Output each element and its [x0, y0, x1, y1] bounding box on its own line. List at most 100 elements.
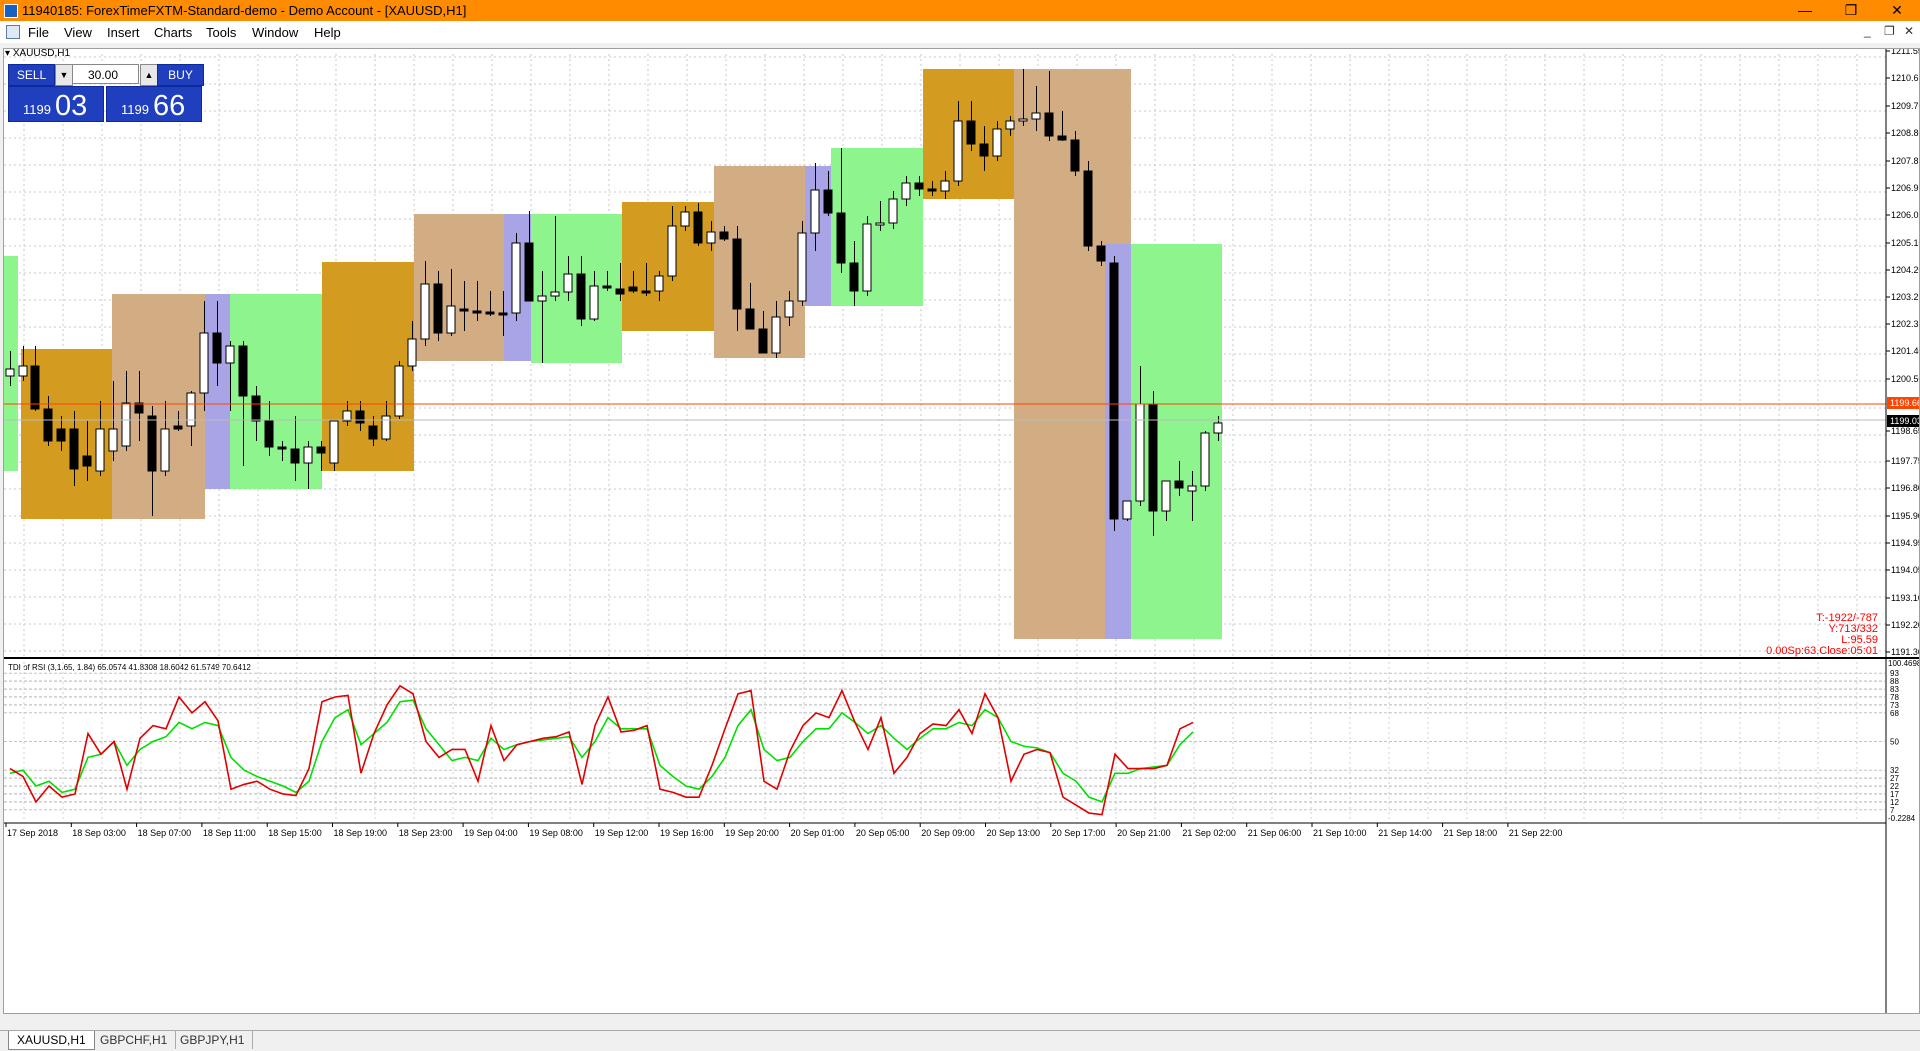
candle-6 [82, 455, 92, 467]
close-icon[interactable]: ✕ [1874, 0, 1920, 21]
candle-55 [719, 231, 729, 240]
price-axis-label: 1202.35 [1891, 319, 1919, 329]
menu-charts[interactable]: Charts [154, 25, 192, 40]
menu-insert[interactable]: Insert [107, 25, 140, 40]
menu-window[interactable]: Window [252, 25, 298, 40]
candle-93 [1213, 422, 1223, 434]
tdi-signal-line [9, 699, 1194, 803]
price-axis-label: 1206.95 [1891, 183, 1919, 193]
candle-20 [264, 420, 274, 448]
ask-price-big: 66 [153, 90, 186, 122]
time-axis-label: 19 Sep 16:00 [660, 828, 714, 838]
candle-28 [368, 425, 378, 440]
menu-tools[interactable]: Tools [206, 25, 236, 40]
sell-button[interactable]: SELL [8, 64, 55, 86]
restore-icon[interactable]: ❐ [1828, 0, 1874, 21]
candle-80 [1044, 112, 1054, 137]
lot-size-input[interactable]: 30.00 [72, 64, 139, 84]
candle-34 [446, 305, 456, 334]
candle-18 [238, 345, 248, 397]
time-axis-label: 20 Sep 09:00 [921, 828, 975, 838]
indicator-label: TDI of RSI (3,1.65, 1.84) 65.0574 41.830… [8, 663, 251, 672]
menu-file[interactable]: File [28, 25, 49, 40]
candle-31 [407, 338, 417, 367]
price-axis-label: 1200.50 [1891, 374, 1919, 384]
ask-price-display[interactable]: 1199 66 [106, 86, 202, 122]
candle-47 [615, 288, 625, 295]
lot-increase-icon[interactable]: ▲ [140, 64, 158, 86]
time-axis-label: 18 Sep 11:00 [203, 828, 256, 838]
candle-79 [1031, 112, 1041, 120]
candle-61 [797, 232, 807, 302]
tab-xauusd[interactable]: XAUUSD,H1 [8, 1031, 95, 1050]
price-axis-label: 1196.80 [1891, 483, 1919, 493]
time-axis-label: 18 Sep 15:00 [268, 828, 322, 838]
price-axis-label: 1195.90 [1891, 511, 1919, 521]
menu-view[interactable]: View [64, 25, 92, 40]
candle-5 [69, 428, 79, 470]
candle-9 [121, 402, 131, 447]
buy-button[interactable]: BUY [157, 64, 204, 86]
indicator-level-label: 68 [1890, 709, 1899, 718]
candle-48 [628, 286, 638, 292]
price-axis-label: 1194.95 [1891, 538, 1919, 548]
candle-67 [875, 222, 885, 226]
chart-window[interactable]: 1211.55 1210.65 1209.70 1208.80 1207.85 1206.… [3, 48, 1920, 1014]
price-axis-label: 1205.10 [1891, 238, 1919, 248]
window-title: 11940185: ForexTimeFXTM-Standard-demo - … [22, 3, 467, 18]
mdi-restore-icon[interactable]: ❐ [1884, 24, 1895, 38]
tab-gbpchf[interactable]: GBPCHF,H1 [92, 1031, 177, 1049]
candle-11 [147, 415, 157, 472]
candle-41 [537, 295, 547, 302]
candle-39 [511, 242, 521, 314]
candle-43 [563, 273, 573, 293]
candle-15 [199, 332, 209, 394]
price-chart[interactable]: 1211.55 1210.65 1209.70 1208.80 1207.85 1206.… [4, 49, 1919, 1013]
candle-19 [251, 395, 261, 422]
time-axis-label: 21 Sep 14:00 [1378, 828, 1432, 838]
mdi-close-icon[interactable]: ✕ [1904, 24, 1914, 38]
time-axis-label: 19 Sep 20:00 [725, 828, 779, 838]
price-axis-label: 1204.20 [1891, 265, 1919, 275]
price-axis-label: 1203.25 [1891, 292, 1919, 302]
chart-tabs: XAUUSD,H1 GBPCHF,H1 GBPJPY,H1 [0, 1030, 1920, 1051]
candle-27 [355, 410, 365, 424]
candle-75 [979, 143, 989, 157]
indicator-level-label: 50 [1890, 738, 1899, 747]
lot-decrease-icon[interactable]: ▼ [55, 64, 73, 86]
price-axis-label: 1208.80 [1891, 128, 1919, 138]
candle-1 [18, 365, 28, 377]
minimize-icon[interactable]: — [1782, 0, 1828, 21]
candle-85 [1109, 262, 1119, 520]
candle-71 [927, 188, 937, 192]
candle-56 [732, 238, 742, 310]
candle-25 [329, 420, 339, 464]
menu-help[interactable]: Help [314, 25, 341, 40]
candle-40 [524, 242, 534, 302]
candle-87 [1135, 403, 1145, 502]
price-axis-label: 1210.65 [1891, 73, 1919, 83]
candle-62 [810, 189, 820, 234]
tab-gbpjpy[interactable]: GBPJPY,H1 [172, 1031, 254, 1049]
bid-price-big: 03 [55, 90, 88, 122]
candle-76 [992, 128, 1002, 157]
one-click-trading-panel: SELL ▼ 30.00 ▲ BUY 1199 03 1199 66 [8, 64, 204, 122]
candle-0 [5, 368, 15, 377]
candle-60 [784, 300, 794, 318]
time-axis-label: 18 Sep 03:00 [72, 828, 126, 838]
candle-59 [771, 316, 781, 354]
candle-24 [316, 446, 326, 454]
time-axis-label: 21 Sep 22:00 [1509, 828, 1563, 838]
candle-21 [277, 446, 287, 450]
candle-84 [1096, 245, 1106, 262]
candle-74 [966, 120, 976, 145]
candle-3 [43, 408, 53, 442]
indicator-bottom-label: -0.2284 [1888, 814, 1916, 823]
mdi-minimize-icon[interactable]: _ [1864, 24, 1871, 38]
bid-price-display[interactable]: 1199 03 [8, 86, 104, 122]
bid-price-small: 1199 [23, 102, 51, 117]
chart-symbol-label: ▾ XAUUSD,H1 [5, 48, 71, 59]
candle-35 [459, 308, 469, 312]
candle-92 [1200, 432, 1210, 487]
candle-57 [745, 308, 755, 330]
